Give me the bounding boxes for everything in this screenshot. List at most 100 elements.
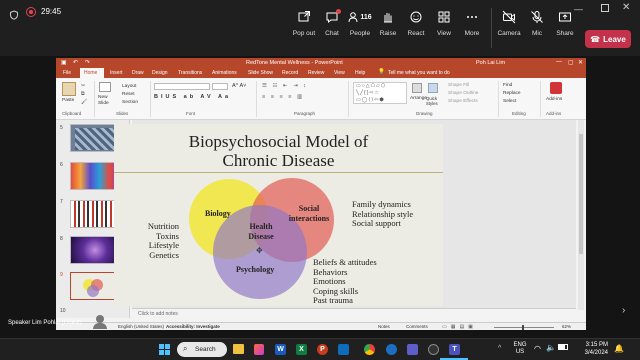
outlook-icon[interactable] (338, 344, 349, 355)
font-name-box[interactable] (154, 83, 210, 90)
font-size-box[interactable] (212, 83, 228, 90)
align-icons[interactable]: ≡ ≡ ≡ ≡ ▥ (262, 94, 304, 100)
psychology-list: Beliefs & attitudes Behaviors Emotions C… (313, 257, 377, 306)
shield-icon[interactable] (9, 7, 19, 20)
tab-view[interactable]: View (334, 70, 345, 76)
undo-icon[interactable]: ↶ (73, 59, 78, 66)
teams-meeting-bar: 29:45 Pop out Chat 116 People Raise Reac… (0, 0, 640, 56)
more-button[interactable]: More (455, 0, 489, 56)
app-icon[interactable] (254, 344, 264, 355)
slide-thumbnail[interactable] (70, 236, 120, 264)
label-health: Health (249, 222, 273, 231)
redo-icon[interactable]: ↷ (85, 59, 90, 66)
tab-help[interactable]: Help (355, 70, 365, 76)
minimize-icon[interactable]: — (574, 4, 583, 14)
section-button[interactable]: Section (122, 100, 138, 105)
tab-record[interactable]: Record (282, 70, 298, 76)
shape-effects-button[interactable]: Shape Effects (448, 99, 478, 104)
file-explorer-icon[interactable] (233, 344, 244, 354)
status-language[interactable]: English (United States) (118, 324, 164, 329)
select-button[interactable]: Select (503, 99, 516, 104)
vertical-scrollbar[interactable] (578, 120, 584, 310)
slide-thumbnail[interactable] (70, 162, 120, 190)
list-icons[interactable]: ☰ ☷ ⇤ ⇥ ↕ (262, 83, 308, 89)
divider (498, 81, 499, 117)
view-mode-icons[interactable]: ▭▦▤▣ (442, 324, 477, 330)
current-slide[interactable]: Biopsychosocial Model of Chronic Disease… (114, 124, 443, 306)
tab-insert[interactable]: Insert (110, 70, 123, 76)
app-icon[interactable] (407, 344, 418, 355)
chevron-right-icon[interactable]: › (622, 305, 625, 316)
word-icon[interactable]: W (275, 344, 286, 355)
tab-draw[interactable]: Draw (132, 70, 144, 76)
addins-label: Add-ins (546, 97, 563, 102)
excel-icon[interactable]: X (296, 344, 307, 355)
format-painter-icon[interactable]: 🖌 (81, 99, 87, 105)
battery-icon[interactable] (558, 344, 568, 350)
font-grow-icon[interactable]: A^ A˅ (232, 83, 246, 89)
slide-thumbnail[interactable] (70, 124, 120, 152)
wifi-icon[interactable]: ◠ (534, 344, 541, 353)
chevron-up-icon[interactable]: ^ (498, 345, 501, 352)
shapes-gallery[interactable]: ▭○△⬠▱⬡ ╲╱{}⇨☆ ▭◯⟨⟩⇦⬢ (353, 82, 407, 104)
reset-button[interactable]: Reset (122, 92, 135, 97)
new-slide-label: New Slide (98, 95, 109, 106)
arrange-icon[interactable] (412, 83, 422, 93)
copy-icon[interactable]: ⧉ (81, 91, 85, 97)
tab-home: Home (84, 70, 98, 76)
edge-icon[interactable] (386, 344, 397, 355)
teams-icon[interactable]: T (449, 344, 460, 355)
tab-review[interactable]: Review (308, 70, 324, 76)
font-format-icons[interactable]: BIUS ab AV Aa (154, 94, 231, 100)
save-icon[interactable]: ▣ (61, 59, 67, 66)
tell-me-search[interactable]: Tell me what you want to do (388, 70, 450, 76)
clock[interactable]: 3:15 PM 3/4/2024 (572, 342, 608, 357)
leave-button[interactable]: ☎ Leave (585, 30, 631, 48)
paste-icon[interactable] (62, 82, 76, 96)
taskbar-search[interactable]: ⌕ Search (177, 342, 227, 357)
quick-styles-icon[interactable] (428, 83, 438, 93)
notes-pane[interactable]: Click to add notes (132, 308, 576, 318)
group-editing: Editing (512, 111, 526, 116)
divider (94, 81, 95, 117)
tab-design[interactable]: Design (152, 70, 168, 76)
windows-taskbar: ⌕ Search W X P T ^ ENG US ◠ 🔈 3:15 PM 3/… (0, 338, 640, 360)
status-notes-button[interactable]: Notes (378, 324, 390, 329)
tab-home-active[interactable]: Home (80, 68, 104, 78)
tab-file[interactable]: File (63, 70, 71, 76)
notification-bell-icon[interactable]: 🔔 (614, 344, 624, 353)
new-slide-icon[interactable] (99, 82, 111, 92)
tab-animations[interactable]: Animations (212, 70, 237, 76)
slide-thumbnail[interactable] (70, 200, 120, 228)
ppt-minimize-icon[interactable]: — (556, 59, 562, 65)
replace-button[interactable]: Replace (503, 91, 521, 96)
language-indicator[interactable]: ENG US (511, 342, 529, 356)
thumb-number: 7 (60, 199, 63, 205)
windows-start-icon[interactable] (159, 344, 170, 355)
zoom-slider[interactable] (494, 324, 554, 330)
volume-icon[interactable]: 🔈 (546, 343, 556, 352)
speaker-avatar (90, 314, 112, 329)
shape-outline-button[interactable]: Shape Outline (448, 91, 478, 96)
layout-button[interactable]: Layout (122, 84, 136, 89)
status-comments-button[interactable]: Comments (406, 324, 428, 329)
status-accessibility[interactable]: Accessibility: Investigate (166, 324, 220, 329)
thumb-number: 8 (60, 236, 63, 242)
maximize-icon[interactable] (601, 4, 609, 12)
tab-slide-show[interactable]: Slide Show (248, 70, 273, 76)
chrome-icon[interactable] (364, 344, 375, 355)
label-center: Health Disease (244, 222, 278, 241)
tab-transitions[interactable]: Transitions (178, 70, 202, 76)
user-name[interactable]: Poh Lai Lim (476, 60, 505, 66)
app-icon[interactable] (428, 344, 439, 355)
find-button[interactable]: Find (503, 83, 512, 88)
cut-icon[interactable]: ✂ (81, 83, 85, 89)
shape-fill-button[interactable]: Shape Fill (448, 83, 469, 88)
ppt-maximize-icon[interactable]: ▢ (568, 59, 574, 66)
close-icon[interactable]: ✕ (622, 2, 630, 13)
addins-icon[interactable] (550, 82, 562, 94)
slide-thumbnail-selected[interactable] (70, 272, 120, 300)
powerpoint-icon[interactable]: P (317, 344, 328, 355)
ppt-close-icon[interactable]: ✕ (578, 59, 583, 66)
zoom-level[interactable]: 62% (562, 324, 571, 329)
